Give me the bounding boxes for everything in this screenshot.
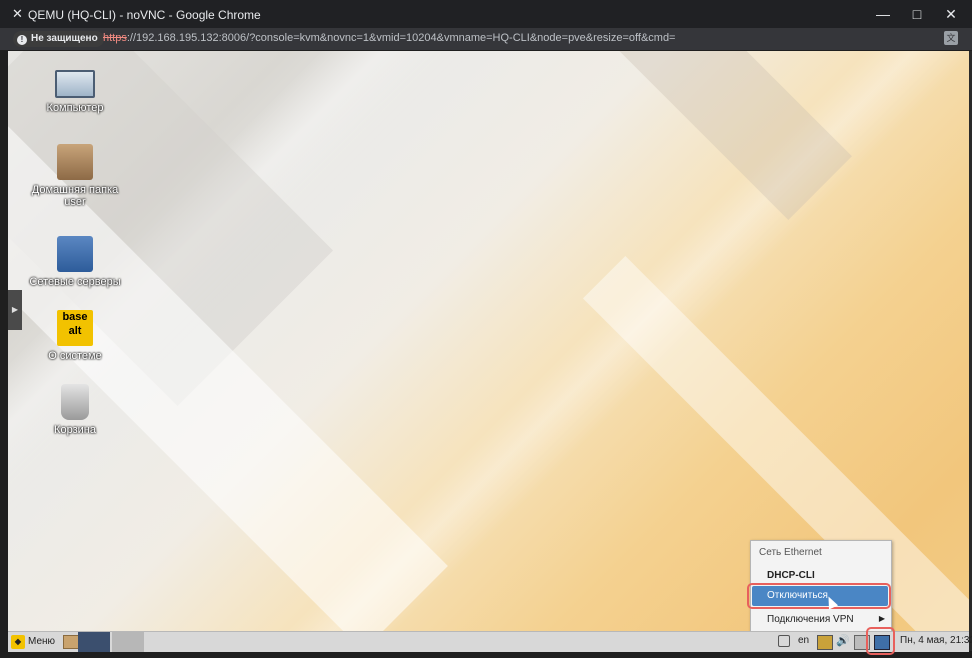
browser-title-bar: ✕ QEMU (HQ-CLI) - noVNC - Google Chrome … xyxy=(0,0,972,28)
desktop-icon-trash[interactable]: Корзина xyxy=(20,384,130,436)
proxmox-logo-icon: ✕ xyxy=(12,6,23,21)
keyboard-layout[interactable]: en xyxy=(798,635,809,646)
window-title: QEMU (HQ-CLI) - noVNC - Google Chrome xyxy=(28,8,261,22)
maximize-button[interactable]: □ xyxy=(904,4,930,24)
desktop-icon-computer[interactable]: Компьютер xyxy=(20,66,130,114)
desktop-icon-label: Сетевые серверы xyxy=(29,276,121,288)
desktop-icon-label: О системе xyxy=(48,350,102,362)
desktop-icon-network[interactable]: Сетевые серверы xyxy=(20,236,130,288)
url-field[interactable]: https://192.168.195.132:8006/?console=kv… xyxy=(103,32,675,44)
update-icon[interactable] xyxy=(817,635,833,650)
url-path: ://192.168.195.132:8006/?console=kvm&nov… xyxy=(126,32,676,44)
file-manager-icon[interactable] xyxy=(63,635,79,649)
vpn-connections-item[interactable]: Подключения VPN xyxy=(767,614,854,625)
security-label: Не защищено xyxy=(31,33,98,44)
desktop-icon-label: Корзина xyxy=(54,424,96,436)
taskbar: ◆ Меню en 🔊 Пн, 4 мая, 21:32 xyxy=(8,631,972,652)
trash-icon xyxy=(61,384,89,420)
minimize-button[interactable]: — xyxy=(870,4,896,24)
network-menu-header: Сеть Ethernet xyxy=(759,547,822,558)
translate-icon[interactable]: 文 xyxy=(944,31,958,45)
desktop-icon-home[interactable]: Домашняя папка user xyxy=(20,144,130,208)
home-folder-icon xyxy=(57,144,93,180)
volume-icon[interactable]: 🔊 xyxy=(836,635,850,648)
highlight-box-network-tray xyxy=(866,627,895,655)
desktop-icon-label: Домашняя папка user xyxy=(31,184,119,208)
clipboard-icon[interactable] xyxy=(778,635,790,647)
warning-icon: ! xyxy=(17,35,27,45)
computer-icon xyxy=(55,70,95,98)
alt-menu-icon: ◆ xyxy=(11,635,25,649)
security-badge[interactable]: ! Не защищено xyxy=(13,31,104,47)
address-bar: ! Не защищено https://192.168.195.132:800… xyxy=(0,28,972,50)
close-button[interactable]: ✕ xyxy=(938,4,964,24)
desktop-icon-about[interactable]: base alt О системе xyxy=(20,310,130,362)
wallpaper-shape xyxy=(364,51,852,220)
connection-item[interactable]: DHCP-CLI xyxy=(767,570,815,581)
url-scheme: https xyxy=(103,32,127,44)
clock[interactable]: Пн, 4 мая, 21:32 xyxy=(900,635,972,646)
start-menu-label: Меню xyxy=(28,636,56,647)
start-menu-button[interactable]: ◆ Меню xyxy=(10,634,55,650)
highlight-box-disconnect xyxy=(747,583,891,609)
submenu-arrow-icon: ▶ xyxy=(878,614,885,623)
base-alt-icon: base alt xyxy=(57,310,93,346)
workspace-2[interactable] xyxy=(112,632,144,652)
workspace-1[interactable] xyxy=(78,632,110,652)
network-servers-icon xyxy=(57,236,93,272)
desktop-icon-label: Компьютер xyxy=(46,102,104,114)
